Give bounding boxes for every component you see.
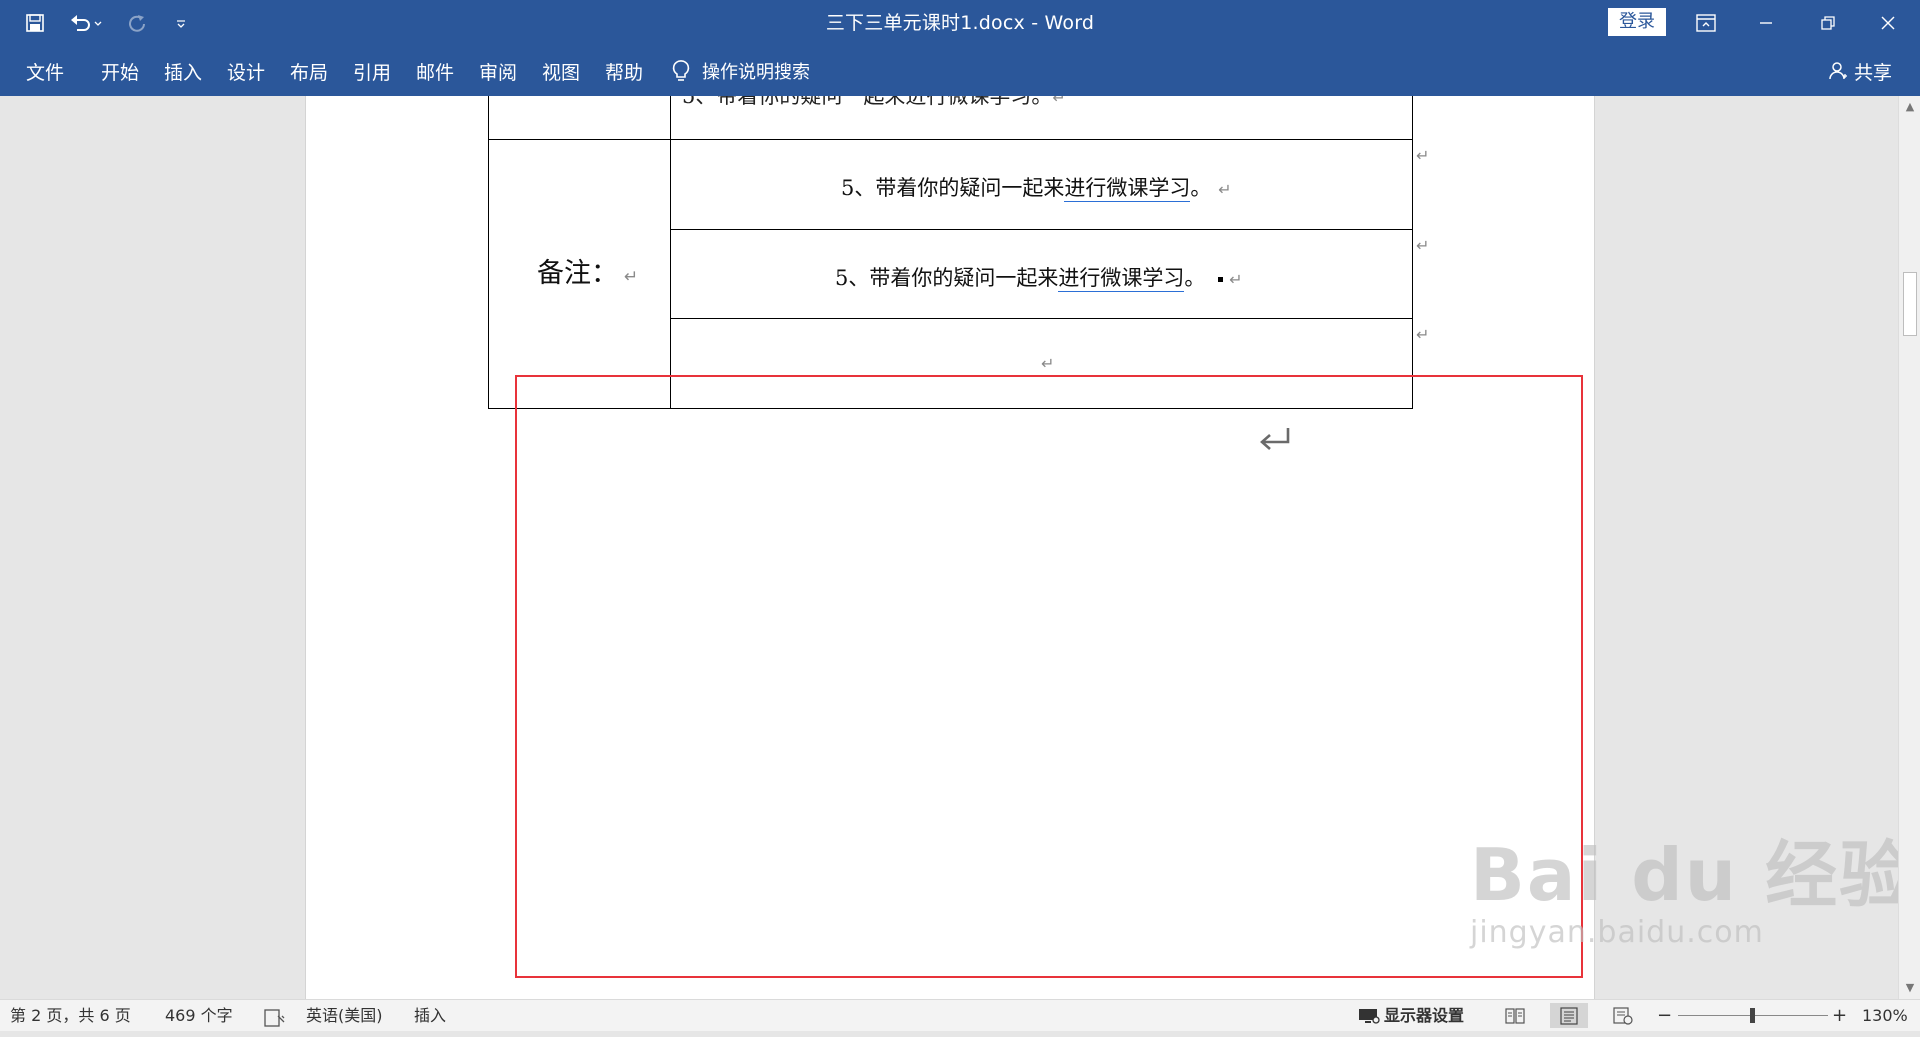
paragraph-mark: ↵ (1229, 270, 1243, 289)
web-layout-button[interactable] (1604, 1003, 1642, 1028)
zoom-level[interactable]: 130% (1862, 1000, 1908, 1031)
scroll-up-button[interactable]: ▲ (1902, 99, 1918, 115)
table-row-divider (670, 229, 1413, 230)
end-of-row-mark: ↵ (1416, 325, 1430, 344)
ribbon-display-options-button[interactable] (1676, 0, 1736, 46)
minimize-button[interactable] (1736, 0, 1796, 46)
monitor-icon (1359, 1008, 1380, 1024)
restore-icon (1821, 16, 1835, 30)
share-button[interactable]: 共享 (1828, 46, 1892, 96)
tab-design[interactable]: 设计 (227, 46, 265, 96)
cell-text-underlined: 进行微课学习 (1064, 176, 1191, 202)
zoom-slider-thumb[interactable] (1750, 1008, 1755, 1023)
tell-me-search[interactable]: 操作说明搜索 (672, 46, 810, 96)
end-of-row-mark: ↵ (1416, 236, 1430, 255)
display-settings-button[interactable]: 显示器设置 (1358, 1000, 1464, 1031)
language-indicator[interactable]: 英语(美国) (306, 1000, 383, 1031)
proofing-icon[interactable] (264, 1006, 286, 1027)
tab-mailings[interactable]: 邮件 (416, 46, 454, 96)
scroll-down-button[interactable]: ▼ (1902, 980, 1918, 996)
ribbon-display-icon (1696, 14, 1716, 32)
read-mode-button[interactable] (1496, 1003, 1534, 1028)
table-border-left (488, 96, 489, 409)
paragraph-mark: ↵ (1041, 354, 1055, 373)
login-button[interactable]: 登录 (1608, 8, 1666, 36)
tab-layout[interactable]: 布局 (290, 46, 328, 96)
cell-text-top: 5、带着你的疑问一起来进行微课学习。 (682, 96, 1053, 108)
print-layout-button[interactable] (1550, 1003, 1588, 1028)
cell-text-underlined: 进行微课学习 (1058, 266, 1185, 292)
note-label[interactable]: 备注： ↵ (537, 251, 638, 290)
close-icon (1881, 16, 1895, 30)
tab-file[interactable]: 文件 (26, 46, 64, 96)
table-border-right (1412, 96, 1413, 409)
ribbon-tabs: 文件 开始 插入 设计 布局 引用 邮件 审阅 视图 帮助 操作说明搜索 共享 (0, 46, 1920, 96)
vertical-scrollbar[interactable]: ▲ ▼ (1898, 96, 1920, 999)
end-of-row-mark: ↵ (1416, 146, 1430, 165)
zoom-in-button[interactable]: + (1832, 1000, 1847, 1031)
page-layout-icon (1560, 1006, 1578, 1025)
title-bar: 三下三单元课时1.docx - Word 登录 (0, 0, 1920, 46)
paragraph-mark: ↵ (1052, 96, 1066, 107)
zoom-out-button[interactable]: − (1657, 1000, 1672, 1031)
table-border-middle (670, 96, 671, 409)
tab-references[interactable]: 引用 (353, 46, 391, 96)
table-cell-text[interactable]: 5、带着你的疑问一起来进行微课学习。 ↵ (841, 172, 1231, 202)
tell-me-label: 操作说明搜索 (702, 62, 810, 83)
word-count[interactable]: 469 个字 (165, 1000, 233, 1031)
paragraph-mark: ↵ (624, 267, 639, 287)
note-label-text: 备注： (537, 258, 618, 289)
insert-mode-indicator[interactable]: 插入 (414, 1000, 446, 1031)
highlight-box (515, 375, 1583, 978)
minimize-icon (1760, 22, 1772, 24)
lightbulb-icon (672, 60, 690, 81)
paragraph-mark: ↵ (1218, 180, 1232, 199)
display-settings-label: 显示器设置 (1384, 1006, 1465, 1025)
tab-review[interactable]: 审阅 (479, 46, 517, 96)
tab-view[interactable]: 视图 (542, 46, 580, 96)
person-icon (1829, 62, 1847, 80)
book-icon (1505, 1007, 1525, 1024)
web-layout-icon (1613, 1006, 1633, 1025)
cell-text-plain: 5、带着你的疑问一起来 (835, 266, 1059, 290)
document-area[interactable]: 5、带着你的疑问一起来进行微课学习。↵ 5、带着你的疑问一起来进行微课学习。 ↵… (0, 96, 1898, 999)
table-row-divider (488, 139, 1413, 140)
restore-button[interactable] (1798, 0, 1858, 46)
scroll-thumb[interactable] (1903, 272, 1917, 336)
cell-text-plain: 5、带着你的疑问一起来 (841, 176, 1065, 200)
bullet-marker (1218, 277, 1224, 282)
tab-home[interactable]: 开始 (101, 46, 139, 96)
table-cell-text[interactable]: 5、带着你的疑问一起来进行微课学习。↵ (682, 96, 1066, 110)
tab-insert[interactable]: 插入 (164, 46, 202, 96)
page-count[interactable]: 第 2 页，共 6 页 (10, 1000, 131, 1031)
status-bar: 第 2 页，共 6 页 469 个字 英语(美国) 插入 显示器设置 − + 1… (0, 999, 1920, 1031)
tab-help[interactable]: 帮助 (605, 46, 643, 96)
cell-text-end: 。 (1184, 266, 1206, 290)
cell-text-end: 。 (1190, 176, 1212, 200)
close-button[interactable] (1858, 0, 1918, 46)
table-row-divider (670, 318, 1413, 319)
share-label: 共享 (1854, 61, 1893, 84)
table-cell-text[interactable]: 5、带着你的疑问一起来进行微课学习。 ↵ (835, 262, 1242, 292)
